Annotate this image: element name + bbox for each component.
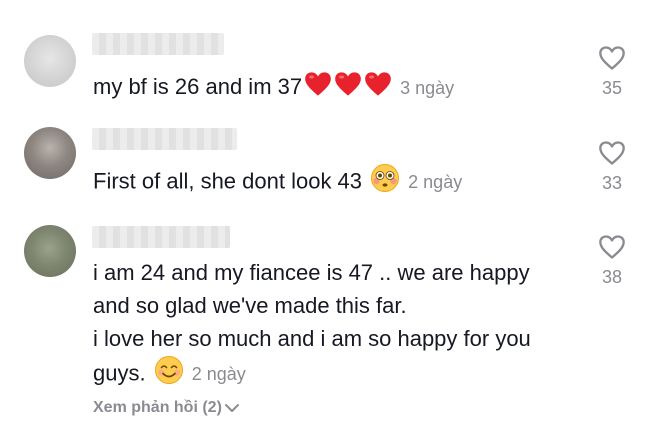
like-count: 33 xyxy=(601,173,623,193)
like-button[interactable]: 38 xyxy=(582,234,642,288)
username-blurred[interactable] xyxy=(92,33,224,55)
comment-timestamp: 3 ngày xyxy=(400,77,455,98)
chevron-down-icon xyxy=(222,399,240,416)
avatar[interactable] xyxy=(24,127,76,179)
like-button[interactable]: 33 xyxy=(582,140,642,194)
heart-outline-icon[interactable] xyxy=(598,141,626,170)
view-replies-label: Xem phản hồi (2) xyxy=(93,399,222,416)
red-heart-emoji xyxy=(304,71,332,106)
comment-timestamp: 2 ngày xyxy=(408,172,463,192)
heart-outline-icon[interactable] xyxy=(598,235,626,264)
heart-outline-icon[interactable] xyxy=(598,46,626,75)
like-count: 38 xyxy=(601,267,623,287)
comment-line: guys. xyxy=(93,360,146,386)
like-count: 35 xyxy=(601,78,623,98)
comment-text: i am 24 and my fiancee is 47 .. we are h… xyxy=(93,256,531,394)
avatar[interactable] xyxy=(24,225,76,277)
smiling-face-emoji xyxy=(154,355,184,394)
red-heart-emoji xyxy=(364,71,392,106)
comment-text: First of all, she dont look 43 2 ngày xyxy=(93,163,462,202)
comment-line: i love her so much and i am so happy for… xyxy=(93,326,531,351)
username-blurred[interactable] xyxy=(92,226,230,248)
like-button[interactable]: 35 xyxy=(582,45,642,99)
flushed-face-emoji xyxy=(370,163,400,202)
view-replies-button[interactable]: Xem phản hồi (2) xyxy=(93,399,240,417)
avatar[interactable] xyxy=(24,35,76,87)
comment-body: my bf is 26 and im 37 xyxy=(93,74,303,99)
comment-line: i am 24 and my fiancee is 47 .. we are h… xyxy=(93,260,530,285)
username-blurred[interactable] xyxy=(92,128,237,150)
red-heart-emoji xyxy=(334,71,362,106)
comment-line: and so glad we've made this far. xyxy=(93,293,407,318)
comment-body: First of all, she dont look 43 xyxy=(93,168,363,194)
comment-timestamp: 2 ngày xyxy=(191,364,246,384)
comment-text: my bf is 26 and im 37 3 ngày xyxy=(93,70,454,106)
